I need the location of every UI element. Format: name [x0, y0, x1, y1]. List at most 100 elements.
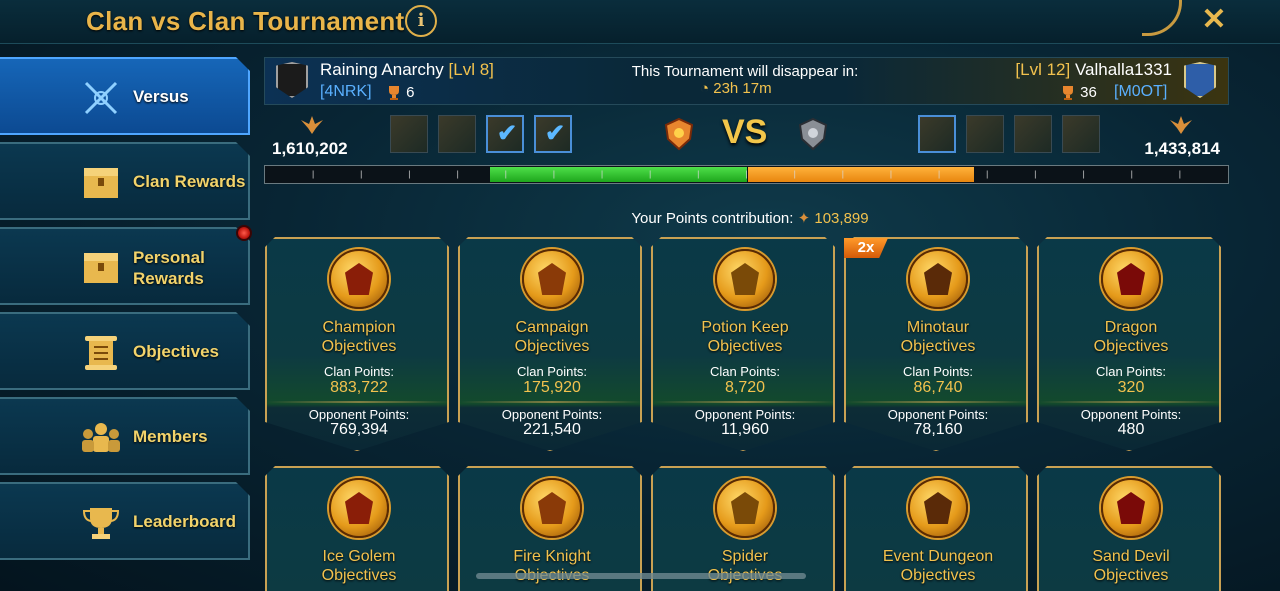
- sidebar-item-clan-rewards[interactable]: Clan Rewards: [0, 142, 250, 220]
- sidebar-item-label: Versus: [133, 87, 189, 106]
- right-clan-level: [Lvl 12]: [1015, 60, 1071, 79]
- opponent-points-value: 11,960: [721, 421, 769, 438]
- card-divider: [460, 401, 642, 403]
- opponent-points-label: Opponent Points:: [501, 407, 603, 422]
- objective-icon: [522, 478, 582, 538]
- card-divider: [267, 401, 449, 403]
- points-wing-icon: [301, 116, 323, 134]
- clan-points-value: 86,740: [913, 379, 963, 396]
- left-clan-trophy-count: 6: [406, 84, 415, 101]
- left-clan-score: 1,610,202: [272, 139, 348, 158]
- objective-card[interactable]: Minotaur Objectives Clan Points: 86,740 O…: [844, 237, 1028, 451]
- objective-card[interactable]: Potion Keep Objectives Clan Points: 8,720…: [651, 237, 835, 451]
- close-button[interactable]: ✕: [1198, 2, 1230, 38]
- objective-icon: [908, 249, 968, 309]
- opponent-points-label: Opponent Points:: [887, 407, 989, 422]
- card-title: Ice Golem Objectives: [321, 548, 397, 584]
- clan-points-label: Clan Points:: [516, 364, 588, 379]
- clan-points-value: 883,722: [330, 379, 388, 396]
- members-icon: [82, 423, 120, 452]
- clan-points-value: 175,920: [523, 379, 581, 396]
- objective-card[interactable]: Event Dungeon Objectives: [844, 466, 1028, 591]
- opponent-points-label: Opponent Points:: [1080, 407, 1182, 422]
- page-title: Clan vs Clan Tournament: [86, 6, 405, 36]
- timer-value: 23h 17m: [713, 80, 772, 97]
- opponent-points-value: 78,160: [913, 421, 963, 438]
- right-boss-slot: [1062, 115, 1100, 153]
- right-boss-slot: [1014, 115, 1052, 153]
- objective-icon: [329, 249, 389, 309]
- clan-points-value: 320: [1117, 379, 1145, 396]
- clan-points-label: Clan Points:: [709, 364, 781, 379]
- left-boss-slot-completed: ✔: [486, 115, 524, 153]
- objective-card[interactable]: Campaign Objectives Clan Points: 175,920 …: [458, 237, 642, 451]
- info-button[interactable]: i: [405, 5, 437, 37]
- objective-card[interactable]: Sand Devil Objectives: [1037, 466, 1221, 591]
- sidebar-item-personal-rewards[interactable]: Personal Rewards: [0, 227, 250, 305]
- sidebar-item-versus[interactable]: Versus: [0, 57, 250, 135]
- chest-icon: [84, 168, 118, 198]
- left-boss-slot-completed: ✔: [534, 115, 572, 153]
- progress-ticks: [312, 170, 1181, 179]
- sidebar-item-leaderboard[interactable]: Leaderboard: [0, 482, 250, 560]
- right-clan-trophies: 36: [1060, 84, 1097, 101]
- card-divider: [846, 401, 1028, 403]
- chest-icon: [84, 253, 118, 283]
- right-clan-tag: [M0OT]: [1114, 83, 1168, 100]
- opponent-points-value: 480: [1117, 421, 1145, 438]
- card-title: Dragon Objectives: [1093, 319, 1169, 355]
- card-title: Minotaur Objectives: [900, 319, 976, 355]
- notification-dot: [236, 225, 252, 241]
- right-clan-name-row[interactable]: [Lvl 12] Valhalla1331: [1000, 60, 1172, 80]
- opponent-points-label: Opponent Points:: [308, 407, 410, 422]
- objective-icon: [1101, 249, 1161, 309]
- silver-rank-badge-icon: [798, 117, 828, 151]
- left-clan-name: Raining Anarchy: [320, 60, 444, 79]
- objective-card[interactable]: Dragon Objectives Clan Points: 320 Oppone…: [1037, 237, 1221, 451]
- right-boss-slot: [966, 115, 1004, 153]
- points-contribution: Your Points contribution: ✦ 103,899: [600, 209, 900, 227]
- sidebar-item-objectives[interactable]: Objectives: [0, 312, 250, 390]
- objective-icon: [329, 478, 389, 538]
- points-wing-icon: [1170, 116, 1192, 134]
- objective-card[interactable]: Champion Objectives Clan Points: 883,722 …: [265, 237, 449, 451]
- objective-icon: [522, 249, 582, 309]
- sidebar-item-label: Members: [133, 427, 208, 446]
- sidebar-item-label: Objectives: [133, 342, 219, 361]
- contribution-value: 103,899: [814, 210, 869, 227]
- points-wing-icon: ✦: [797, 210, 811, 227]
- clan-points-label: Clan Points:: [1095, 364, 1167, 379]
- contribution-label: Your Points contribution:: [631, 210, 794, 227]
- card-divider: [1039, 401, 1221, 403]
- left-clan-name-row[interactable]: Raining Anarchy [Lvl 8]: [320, 60, 494, 80]
- scroll-indicator[interactable]: [476, 573, 806, 579]
- right-clan-score: 1,433,814: [1144, 139, 1220, 158]
- sidebar-item-label: Personal Rewards: [133, 248, 205, 288]
- tournament-timer: ◔ 23h 17m: [700, 80, 772, 97]
- trophy-icon: [82, 508, 120, 539]
- clan-points-label: Clan Points:: [323, 364, 395, 379]
- clan-points-label: Clan Points:: [902, 364, 974, 379]
- trophy-icon: [1063, 86, 1073, 101]
- right-clan-trophy-count: 36: [1080, 84, 1097, 101]
- card-title: Sand Devil Objectives: [1092, 548, 1170, 584]
- opponent-points-value: 769,394: [330, 421, 388, 438]
- check-icon: ✔: [545, 120, 566, 147]
- left-clan-tag: [4NRK]: [320, 83, 372, 100]
- objective-icon: [1101, 478, 1161, 538]
- right-clan-name: Valhalla1331: [1074, 60, 1172, 79]
- objective-card[interactable]: Ice Golem Objectives: [265, 466, 449, 591]
- clan-points-value: 8,720: [724, 379, 766, 396]
- opponent-points-label: Opponent Points:: [694, 407, 796, 422]
- card-title: Fire KnightObjectives: [513, 548, 591, 584]
- trophy-icon: [389, 86, 399, 101]
- check-icon: ✔: [497, 120, 518, 147]
- sidebar-item-label: Leaderboard: [133, 512, 236, 531]
- card-title: Potion Keep Objectives: [701, 319, 789, 355]
- sidebar-item-members[interactable]: Members: [0, 397, 250, 475]
- clock-icon: ◔: [700, 80, 710, 97]
- left-clan-level: [Lvl 8]: [448, 60, 494, 79]
- opponent-points-value: 221,540: [523, 421, 581, 438]
- vs-label: VS: [722, 113, 768, 151]
- objective-icon: [715, 478, 775, 538]
